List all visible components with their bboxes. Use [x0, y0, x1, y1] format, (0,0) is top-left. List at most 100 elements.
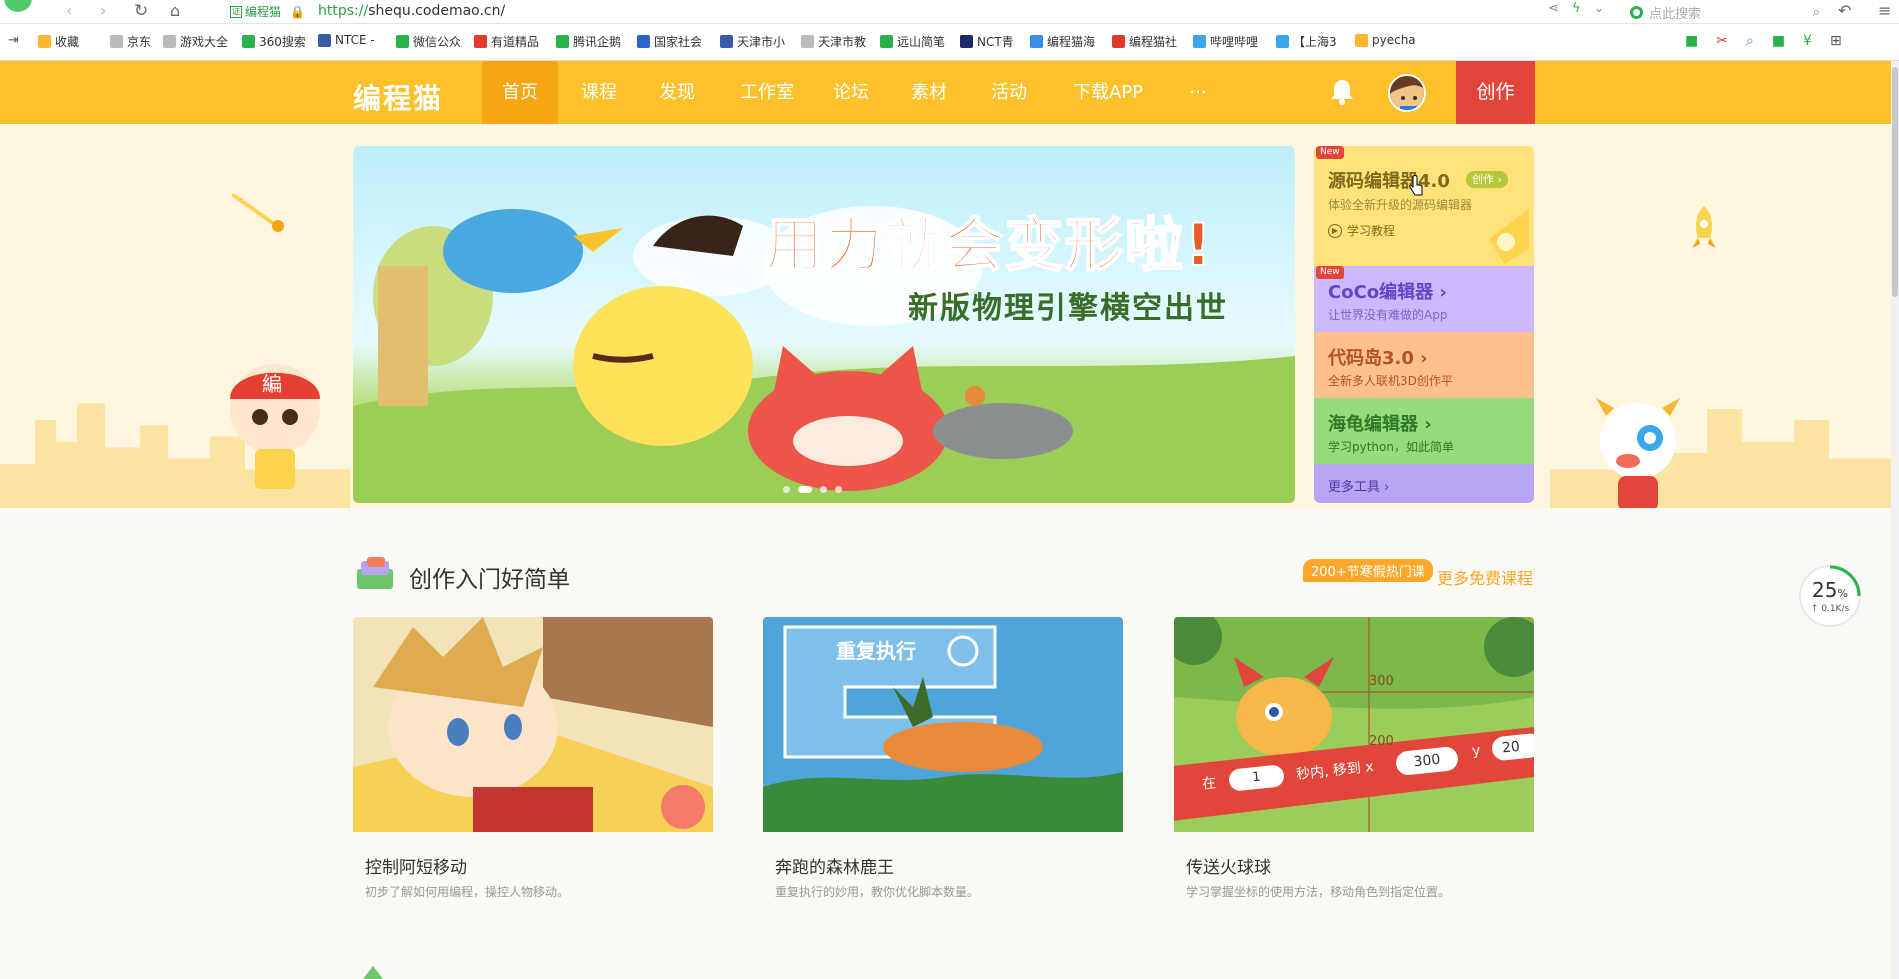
bookmark-label: 天津市教 [818, 35, 867, 49]
promo-badge[interactable]: 200+节寒假热门课 [1303, 559, 1433, 582]
bookmark-item[interactable]: NCT青 [960, 33, 1014, 50]
avatar[interactable] [1388, 74, 1426, 112]
nav-item[interactable]: 下载APP [1058, 61, 1158, 124]
forward-icon[interactable]: › [100, 1, 106, 20]
scrollbar[interactable] [1891, 61, 1899, 979]
scrollbar-thumb[interactable] [1892, 67, 1898, 297]
tool-tutorial-link[interactable]: ▶ 学习教程 [1328, 222, 1395, 239]
bookmark-item[interactable]: 360搜索 [242, 33, 306, 50]
search-icon[interactable]: ⌕ [1746, 33, 1754, 49]
tool-card-more[interactable]: 更多工具 › [1314, 464, 1534, 503]
scissors-icon[interactable]: ✂ [1716, 33, 1728, 49]
reload-icon[interactable]: ↻ [134, 1, 148, 21]
nav-item[interactable]: 论坛 [814, 61, 888, 124]
course-thumbnail[interactable]: 重复执行 [763, 617, 1123, 832]
extension-icon[interactable]: ■ [1685, 33, 1698, 49]
bookmark-icon [556, 35, 569, 48]
bookmark-icon [110, 35, 123, 48]
lightning-icon[interactable]: ϟ [1572, 1, 1581, 16]
bookmark-item[interactable]: 编程猫社 [1112, 33, 1177, 50]
bookmark-item[interactable]: 国家社会 [637, 33, 702, 50]
block-label: 重复执行 [836, 639, 916, 663]
browser-logo-icon [4, 0, 32, 12]
carousel-dots [783, 486, 842, 493]
bookmark-item[interactable]: 编程猫海 [1030, 33, 1095, 50]
course-thumbnail[interactable]: 300 200 在 1 秒内, 移到 x 300 y 20 [1174, 617, 1534, 832]
carousel-dot[interactable] [820, 486, 827, 493]
section-icon [357, 557, 393, 589]
course-card[interactable]: 300 200 在 1 秒内, 移到 x 300 y 20 传送火球球 学习掌握… [1174, 617, 1534, 899]
network-speed-widget[interactable]: 25% ↑ 0.1K/s [1799, 565, 1861, 627]
more-courses-link[interactable]: 更多免费课程 [1437, 565, 1533, 589]
bookmark-item[interactable]: 京东 [110, 33, 151, 50]
bookmark-item[interactable]: 天津市小 [720, 33, 785, 50]
course-desc: 重复执行的妙用，教你优化脚本数量。 [775, 885, 980, 899]
create-button[interactable]: 创作 [1456, 61, 1535, 124]
money-icon[interactable]: ¥ [1803, 33, 1812, 49]
bookmark-item[interactable]: NTCE - [318, 33, 375, 47]
tool-title: 代码岛3.0 › [1328, 348, 1428, 369]
bookmark-item[interactable]: 远山简笔 [880, 33, 945, 50]
menu-icon[interactable]: ≡ [1878, 1, 1891, 20]
bookmark-icon [1193, 35, 1206, 48]
grid-tick-label: 200 [1369, 734, 1394, 749]
bookmark-item[interactable]: 收藏 [38, 33, 79, 50]
tool-card-turtle[interactable]: 海龟编辑器 › 学习python，如此简单 [1314, 398, 1534, 464]
new-badge: New [1316, 146, 1344, 159]
undo-icon[interactable]: ↶ [1838, 1, 1851, 20]
sidebar-toggle-icon[interactable]: ⇥ [8, 33, 19, 48]
bookmark-item[interactable]: 腾讯企鹅 [556, 33, 621, 50]
course-title[interactable]: 传送火球球 [1186, 853, 1271, 878]
search-icon[interactable]: ⌕ [1813, 5, 1820, 20]
bookmark-item[interactable]: 哔哩哔哩 [1193, 33, 1258, 50]
course-card[interactable]: 控制阿短移动 初步了解如何用编程，操控人物移动。 [353, 617, 713, 899]
bookmark-item[interactable]: 天津市教 [801, 33, 866, 50]
game-icon[interactable]: ■ [1772, 33, 1785, 49]
rocket-illustration [1692, 206, 1716, 248]
carousel-dot[interactable] [783, 486, 790, 493]
bookmark-item[interactable]: 微信公众 [396, 33, 461, 50]
nav-item[interactable]: 活动 [972, 61, 1046, 124]
carousel-dot[interactable] [835, 486, 842, 493]
bookmark-icon [720, 35, 733, 48]
site-logo[interactable]: 编程猫 [353, 77, 443, 117]
bookmark-icon [960, 35, 973, 48]
bookmark-label: 编程猫海 [1047, 35, 1096, 49]
tool-card-kitten[interactable]: New 源码编辑器4.0 创作 › 体验全新升级的源码编辑器 ▶ 学习教程 [1314, 146, 1534, 266]
bell-icon[interactable] [1329, 78, 1355, 106]
cert-label: 编程猫 [245, 5, 282, 19]
tool-card-coco[interactable]: New CoCo编辑器 › 让世界没有难做的App [1314, 266, 1534, 332]
carousel-dot[interactable] [798, 486, 812, 493]
search-box[interactable]: 点此搜索 ⌕ [1630, 2, 1820, 22]
mascot-left-illustration: 編 [230, 364, 320, 489]
nav-item[interactable]: 发现 [640, 61, 714, 124]
back-icon[interactable]: ‹ [66, 1, 72, 20]
course-desc: 学习掌握坐标的使用方法，移动角色到指定位置。 [1186, 885, 1451, 899]
home-icon[interactable]: ⌂ [170, 1, 180, 20]
course-thumbnail[interactable] [353, 617, 713, 832]
nav-item[interactable]: 素材 [892, 61, 966, 124]
bookmark-label: 有道精品 [491, 35, 540, 49]
bookmark-item[interactable]: 【上海3 [1276, 33, 1337, 50]
nav-item[interactable]: 工作室 [722, 61, 812, 124]
course-title[interactable]: 控制阿短移动 [365, 853, 467, 878]
bookmark-label: NTCE - [335, 33, 375, 47]
share-icon[interactable]: ⋖ [1548, 1, 1559, 16]
url-field[interactable]: https://shequ.codemao.cn/ [318, 3, 505, 19]
course-card[interactable]: 重复执行 奔跑的森林鹿王 重复执行的妙用，教你优化脚本数量。 [763, 617, 1123, 899]
chevron-down-icon[interactable]: ⌄ [1594, 1, 1604, 15]
hero-banner[interactable]: 用力就会变形啦! 新版物理引擎横空出世 [353, 146, 1295, 503]
grid-icon[interactable]: ⊞ [1830, 33, 1842, 49]
tool-create-badge[interactable]: 创作 › [1466, 171, 1508, 188]
bookmark-item[interactable]: 游戏大全 [163, 33, 228, 50]
tool-card-codeisland[interactable]: 代码岛3.0 › 全新多人联机3D创作平 [1314, 332, 1534, 398]
bookmark-label: pyecha [1372, 33, 1416, 47]
bookmark-icon [318, 33, 331, 47]
bookmark-item[interactable]: 有道精品 [474, 33, 539, 50]
course-title[interactable]: 奔跑的森林鹿王 [775, 853, 894, 878]
nav-item[interactable]: ··· [1172, 61, 1224, 124]
certificate-badge[interactable]: 证 编程猫 🔒 [230, 3, 305, 20]
nav-item[interactable]: 课程 [562, 61, 636, 124]
bookmark-item[interactable]: pyecha [1355, 33, 1416, 47]
nav-item[interactable]: 首页 [482, 61, 558, 124]
